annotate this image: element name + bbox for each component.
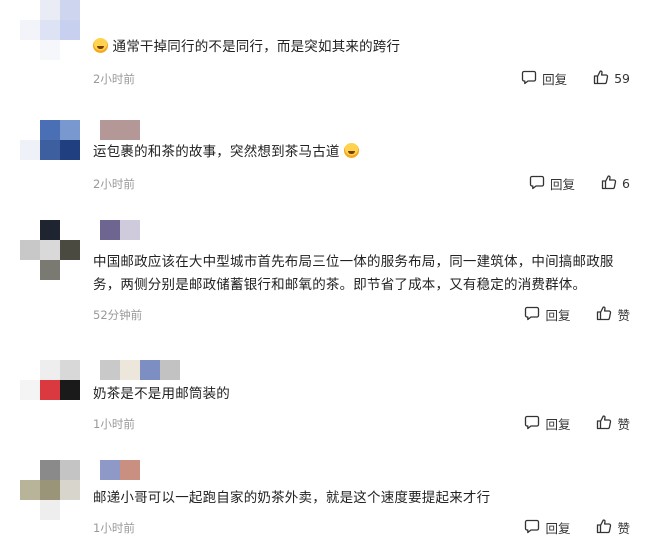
comment-time: 2小时前 <box>93 72 135 86</box>
username-blurred <box>100 360 180 380</box>
comment-bubble-icon <box>521 69 542 88</box>
thumbs-up-icon <box>596 518 617 537</box>
reply-label: 回复 <box>545 308 571 323</box>
like-label: 赞 <box>617 521 630 536</box>
like-button[interactable]: 赞 <box>596 518 630 537</box>
thumbs-up-icon <box>596 305 617 324</box>
comment-actions: 回复 6 <box>529 174 630 193</box>
thumbs-up-icon <box>593 69 614 88</box>
avatar[interactable] <box>20 120 80 180</box>
like-button[interactable]: 6 <box>601 174 630 193</box>
comment-text: 邮递小哥可以一起跑自家的奶茶外卖，就是这个速度要提起来才行 <box>93 487 638 510</box>
like-button[interactable]: 赞 <box>596 305 630 324</box>
like-button[interactable]: 59 <box>593 69 630 88</box>
like-button[interactable]: 赞 <box>596 414 630 433</box>
comment-actions: 回复 59 <box>521 69 630 88</box>
like-label: 赞 <box>617 417 630 432</box>
comment-bubble-icon <box>524 305 545 324</box>
avatar[interactable] <box>20 460 80 520</box>
username-blurred <box>100 460 140 480</box>
avatar[interactable] <box>20 220 80 280</box>
comment-time: 52分钟前 <box>93 308 143 322</box>
reply-label: 回复 <box>545 417 571 432</box>
like-label: 赞 <box>617 308 630 323</box>
reply-button[interactable]: 回复 <box>524 305 570 324</box>
reply-button[interactable]: 回复 <box>529 174 575 193</box>
reply-button[interactable]: 回复 <box>521 69 567 88</box>
comment-text: 通常干掉同行的不是同行，而是突如其来的跨行 <box>93 36 638 59</box>
thumbs-up-icon <box>596 414 617 433</box>
reply-button[interactable]: 回复 <box>524 518 570 537</box>
comment-time: 1小时前 <box>93 417 135 431</box>
like-count: 59 <box>614 71 630 86</box>
comment-bubble-icon <box>524 414 545 433</box>
comment-text-content: 通常干掉同行的不是同行，而是突如其来的跨行 <box>112 39 401 55</box>
reply-label: 回复 <box>542 72 568 87</box>
like-count: 6 <box>622 176 630 191</box>
reply-button[interactable]: 回复 <box>524 414 570 433</box>
thumbs-up-icon <box>601 174 622 193</box>
laughing-emoji-icon <box>93 38 108 53</box>
reply-label: 回复 <box>550 177 576 192</box>
comment-text: 中国邮政应该在大中型城市首先布局三位一体的服务布局，同一建筑体，中间搞邮政服务，… <box>93 251 638 297</box>
username-blurred <box>100 220 140 240</box>
comment-actions: 回复 赞 <box>524 518 630 537</box>
comment-text: 运包裹的和茶的故事，突然想到茶马古道 <box>93 141 638 164</box>
comment-text-content: 中国邮政应该在大中型城市首先布局三位一体的服务布局，同一建筑体，中间搞邮政服务，… <box>93 254 614 293</box>
avatar[interactable] <box>20 0 80 60</box>
comment-text-content: 奶茶是不是用邮筒装的 <box>93 386 230 402</box>
comment-bubble-icon <box>529 174 550 193</box>
laughing-emoji-icon <box>344 143 360 158</box>
comment-bubble-icon <box>524 518 545 537</box>
comment-time: 2小时前 <box>93 177 135 191</box>
comment-text: 奶茶是不是用邮筒装的 <box>93 383 638 406</box>
username-blurred <box>100 120 140 140</box>
comment-actions: 回复 赞 <box>524 305 630 324</box>
comment-text-content: 运包裹的和茶的故事，突然想到茶马古道 <box>93 144 340 160</box>
comment-time: 1小时前 <box>93 521 135 535</box>
comment-actions: 回复 赞 <box>524 414 630 433</box>
comment-text-content: 邮递小哥可以一起跑自家的奶茶外卖，就是这个速度要提起来才行 <box>93 490 491 506</box>
avatar[interactable] <box>20 360 80 420</box>
reply-label: 回复 <box>545 521 571 536</box>
